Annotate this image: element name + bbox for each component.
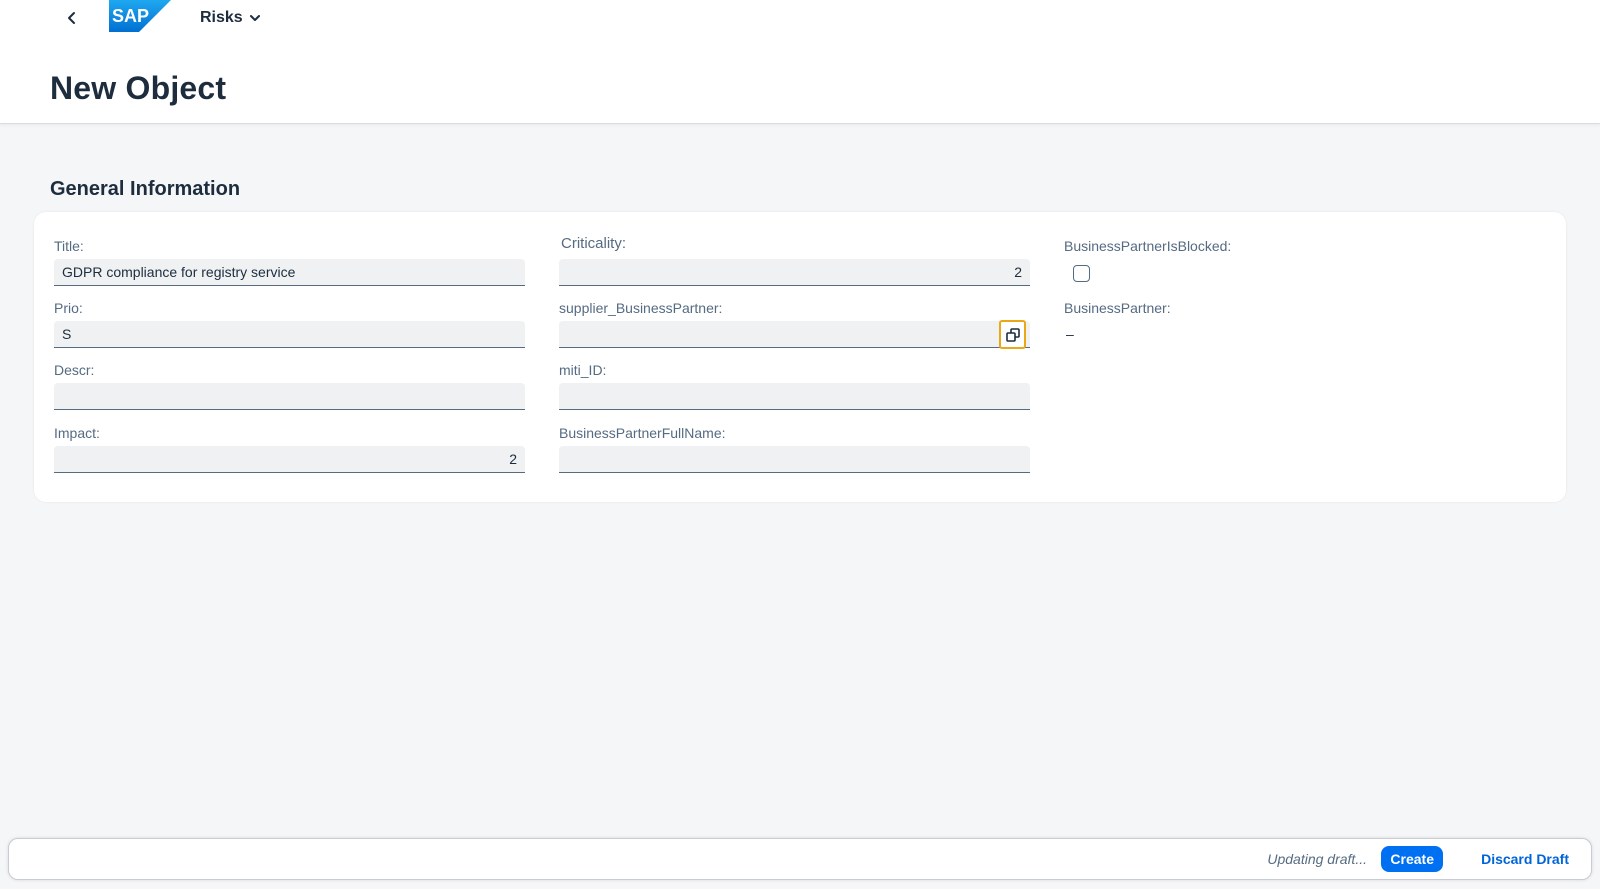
bp-fullname-label: BusinessPartnerFullName: — [559, 425, 726, 441]
prio-input[interactable]: S — [54, 321, 525, 348]
impact-label: Impact: — [54, 425, 100, 441]
title-label: Title: — [54, 238, 84, 254]
svg-text:SAP: SAP — [112, 6, 149, 26]
section-title: General Information — [50, 178, 241, 200]
chevron-left-icon — [68, 12, 75, 24]
bp-fullname-input[interactable] — [559, 446, 1030, 473]
impact-input[interactable]: 2 — [54, 446, 525, 473]
sap-logo: SAP — [109, 0, 171, 32]
criticality-input[interactable]: 2 — [559, 259, 1030, 286]
criticality-label: Criticality: — [561, 235, 627, 252]
business-partner-value: – — [1066, 326, 1074, 342]
draft-status: Updating draft... — [1267, 851, 1367, 867]
value-help-button[interactable] — [999, 320, 1026, 349]
discard-draft-button[interactable]: Discard Draft — [1475, 846, 1575, 872]
value-help-icon — [1005, 327, 1020, 342]
page-title: New Object — [50, 70, 227, 106]
title-input[interactable]: GDPR compliance for registry service — [54, 259, 525, 286]
business-partner-label: BusinessPartner: — [1064, 300, 1171, 316]
app-title-menu[interactable]: Risks — [200, 6, 261, 30]
descr-input[interactable] — [54, 383, 525, 410]
chevron-down-icon — [249, 15, 260, 21]
create-button[interactable]: Create — [1381, 846, 1443, 872]
miti-id-label: miti_ID: — [559, 362, 607, 378]
footer-toolbar: Updating draft... Create Discard Draft — [8, 838, 1592, 880]
supplier-bp-input[interactable] — [559, 321, 1030, 348]
shell-header: SAP Risks New Object — [0, 0, 1600, 124]
general-information-card: Title: GDPR compliance for registry serv… — [34, 212, 1566, 502]
miti-id-input[interactable] — [559, 383, 1030, 410]
bp-is-blocked-checkbox[interactable] — [1073, 265, 1090, 282]
app-title: Risks — [200, 9, 243, 26]
back-button[interactable] — [58, 4, 86, 32]
bp-is-blocked-label: BusinessPartnerIsBlocked: — [1064, 238, 1232, 254]
supplier-bp-label: supplier_BusinessPartner: — [559, 300, 723, 316]
prio-label: Prio: — [54, 300, 83, 316]
descr-label: Descr: — [54, 362, 95, 378]
